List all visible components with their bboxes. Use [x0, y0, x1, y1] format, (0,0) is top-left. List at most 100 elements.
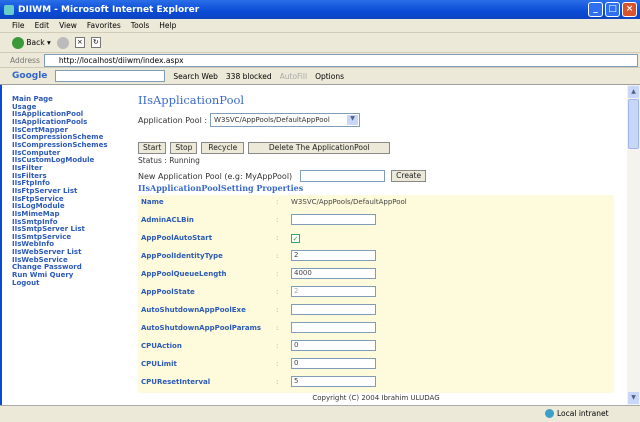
- property-input[interactable]: 5: [291, 376, 376, 387]
- checkbox[interactable]: ✓: [291, 234, 300, 243]
- ie-icon: [4, 4, 14, 15]
- property-name: CPUAction: [141, 342, 182, 350]
- property-row: CPUAction: 0: [138, 339, 614, 357]
- popup-blocked[interactable]: 338 blocked: [226, 72, 272, 81]
- minimize-button[interactable]: _: [588, 2, 603, 17]
- menu-view[interactable]: View: [59, 21, 77, 30]
- title-bar: DIIWM - Microsoft Internet Explorer _ □ …: [0, 0, 640, 19]
- back-button[interactable]: Back ▾: [12, 36, 51, 49]
- separator: :: [276, 234, 279, 242]
- status-text: Status : Running: [138, 156, 200, 165]
- intranet-icon: [545, 409, 554, 418]
- property-name: AutoShutdownAppPoolParams: [141, 324, 262, 332]
- google-search-input[interactable]: [55, 70, 166, 82]
- property-row: AppPoolState: 2: [138, 285, 614, 303]
- recycle-button[interactable]: Recycle: [201, 142, 245, 154]
- property-row: AppPoolQueueLength: 4000: [138, 267, 614, 285]
- menu-bar: File Edit View Favorites Tools Help: [0, 19, 640, 33]
- property-name: AppPoolAutoStart: [141, 234, 213, 242]
- toolbar: Back ▾ × ↻: [0, 33, 640, 53]
- property-input[interactable]: 0: [291, 358, 376, 369]
- property-row: AutoShutdownAppPoolParams:: [138, 321, 614, 339]
- menu-help[interactable]: Help: [159, 21, 176, 30]
- property-row: CPULimit: 0: [138, 357, 614, 375]
- property-name: AdminACLBin: [141, 216, 194, 224]
- menu-edit[interactable]: Edit: [35, 21, 50, 30]
- stop-button[interactable]: Stop: [170, 142, 198, 154]
- new-pool-label: New Application Pool (e.g: MyAppPool): [138, 171, 293, 181]
- address-input[interactable]: http://localhost/diiwm/index.aspx: [43, 53, 638, 67]
- property-name: AutoShutdownAppPoolExe: [141, 306, 246, 314]
- search-web-button[interactable]: Search Web: [173, 72, 218, 81]
- start-button[interactable]: Start: [138, 142, 167, 154]
- separator: :: [276, 306, 279, 314]
- stop-icon[interactable]: ×: [74, 37, 85, 48]
- window-title: DIIWM - Microsoft Internet Explorer: [18, 4, 200, 15]
- property-name: AppPoolQueueLength: [141, 270, 227, 278]
- property-row: AdminACLBin:: [138, 213, 614, 231]
- maximize-button[interactable]: □: [605, 2, 620, 17]
- separator: :: [276, 270, 279, 278]
- separator: :: [276, 342, 279, 350]
- property-input[interactable]: [291, 322, 376, 333]
- property-name: AppPoolIdentityType: [141, 252, 223, 260]
- google-logo[interactable]: Google: [12, 71, 47, 81]
- back-arrow-icon: [12, 36, 24, 49]
- autofill-button[interactable]: AutoFill: [280, 72, 307, 81]
- separator: :: [276, 252, 279, 260]
- zone-text: Local intranet: [557, 409, 609, 418]
- copyright: Copyright (C) 2004 Ibrahim ULUDAG: [312, 394, 440, 402]
- property-name: AppPoolState: [141, 288, 195, 296]
- pool-value: W3SVC/AppPools/DefaultAppPool: [214, 116, 330, 124]
- property-row: AppPoolIdentityType: 2: [138, 249, 614, 267]
- property-name: CPULimit: [141, 360, 177, 368]
- property-input[interactable]: 4000: [291, 268, 376, 279]
- property-row: Name: W3SVC/AppPools/DefaultAppPool: [138, 195, 614, 213]
- menu-file[interactable]: File: [12, 21, 25, 30]
- menu-tools[interactable]: Tools: [131, 21, 149, 30]
- property-input: 2: [291, 286, 376, 297]
- scroll-thumb[interactable]: [628, 99, 639, 149]
- separator: :: [276, 216, 279, 224]
- property-value: W3SVC/AppPools/DefaultAppPool: [291, 198, 407, 206]
- options-button[interactable]: Options: [315, 72, 344, 81]
- separator: :: [276, 198, 279, 206]
- status-bar: Local intranet: [0, 405, 640, 422]
- refresh-icon[interactable]: ↻: [90, 37, 101, 48]
- scroll-down-icon[interactable]: ▼: [628, 392, 639, 404]
- sidebar-nav: Main Page Usage IIsApplicationPool IIsAppli…: [12, 95, 107, 288]
- new-pool-input[interactable]: [300, 170, 386, 182]
- menu-favorites[interactable]: Favorites: [87, 21, 121, 30]
- page-title: IIsApplicationPool: [138, 93, 245, 107]
- property-input[interactable]: [291, 214, 376, 225]
- vertical-scrollbar[interactable]: ▲ ▼: [627, 85, 640, 405]
- chevron-down-icon: ▼: [347, 115, 359, 125]
- create-button[interactable]: Create: [391, 170, 427, 182]
- pool-label: Application Pool :: [138, 115, 208, 125]
- properties-table: Name: W3SVC/AppPools/DefaultAppPool AdminA…: [138, 195, 614, 393]
- close-button[interactable]: ×: [622, 2, 637, 17]
- scroll-up-icon[interactable]: ▲: [628, 86, 639, 98]
- separator: :: [276, 360, 279, 368]
- forward-button[interactable]: [56, 36, 69, 49]
- property-name: Name: [141, 198, 164, 206]
- address-label: Address: [10, 55, 40, 65]
- properties-title: IIsApplicationPoolSetting Properties: [138, 183, 304, 193]
- address-bar: Address http://localhost/diiwm/index.asp…: [0, 53, 640, 68]
- property-row: AppPoolAutoStart: ✓: [138, 231, 614, 249]
- property-input[interactable]: 2: [291, 250, 376, 261]
- property-input[interactable]: [291, 304, 376, 315]
- separator: :: [276, 288, 279, 296]
- sidebar-link[interactable]: Logout: [12, 279, 107, 288]
- google-toolbar: Google Search Web 338 blocked AutoFill O…: [0, 68, 640, 85]
- delete-pool-button[interactable]: Delete The ApplicationPool: [248, 142, 391, 154]
- property-row: CPUResetInterval: 5: [138, 375, 614, 393]
- application-pool-select[interactable]: W3SVC/AppPools/DefaultAppPool ▼: [210, 113, 361, 127]
- property-name: CPUResetInterval: [141, 378, 211, 386]
- property-input[interactable]: 0: [291, 340, 376, 351]
- property-row: AutoShutdownAppPoolExe:: [138, 303, 614, 321]
- separator: :: [276, 378, 279, 386]
- separator: :: [276, 324, 279, 332]
- url-text: http://localhost/diiwm/index.aspx: [58, 55, 184, 65]
- main-panel: IIsApplicationPool Application Pool : W3…: [138, 93, 618, 402]
